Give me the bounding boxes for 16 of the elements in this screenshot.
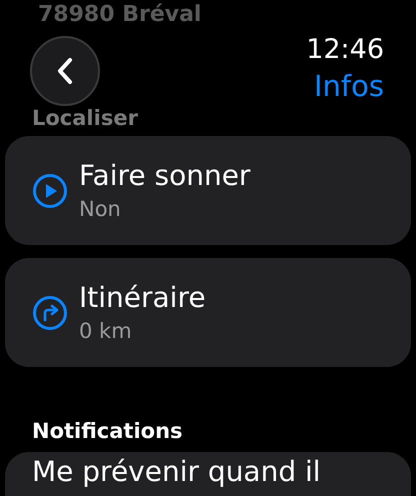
location-label: 78980 Bréval xyxy=(38,2,202,27)
action-title: Faire sonner xyxy=(79,158,250,194)
play-icon xyxy=(32,172,68,208)
action-value: Non xyxy=(79,196,122,222)
action-card[interactable]: Itinéraire 0 km xyxy=(5,258,411,367)
notification-card[interactable]: Me prévenir quand il xyxy=(5,452,411,496)
action-title: Itinéraire xyxy=(79,280,206,316)
notification-option: Me prévenir quand il xyxy=(32,455,321,488)
action-card[interactable]: Faire sonner Non xyxy=(5,136,411,245)
clock: 12:46 xyxy=(306,34,384,66)
action-value: 0 km xyxy=(79,318,133,344)
section-heading: Localiser xyxy=(31,106,139,132)
turn-right-icon xyxy=(32,294,68,330)
screen-title: Infos xyxy=(314,68,384,105)
chevron-left-icon xyxy=(57,57,73,85)
section-heading: Notifications xyxy=(31,418,184,444)
